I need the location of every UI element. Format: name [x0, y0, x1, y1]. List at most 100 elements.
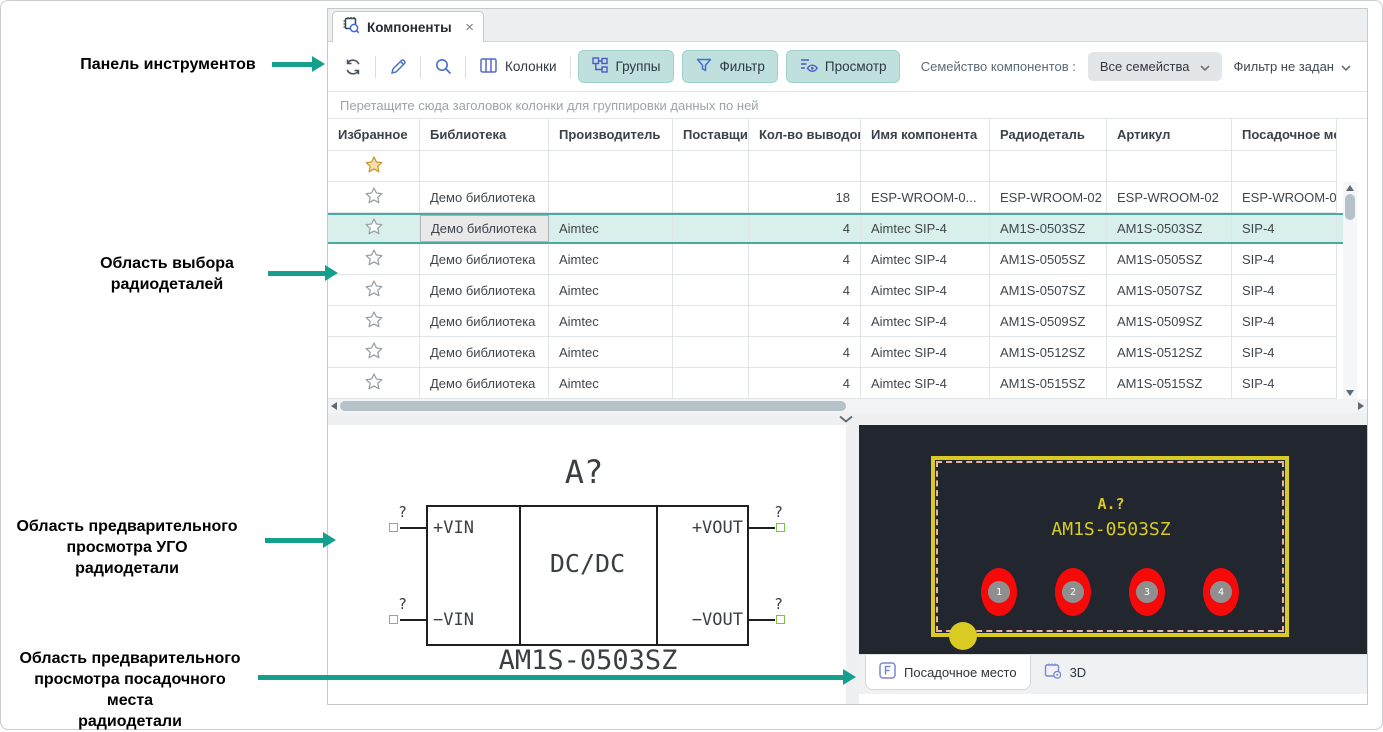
- preview-toggle-button[interactable]: Просмотр: [786, 50, 900, 83]
- search-button[interactable]: [428, 52, 458, 82]
- table-cell: Aimtec: [549, 275, 673, 306]
- table-cell: [673, 337, 749, 368]
- filter-status-dropdown[interactable]: Фильтр не задан: [1234, 59, 1352, 74]
- table-cell: SIP-4: [1232, 337, 1337, 368]
- family-dropdown[interactable]: Все семейства: [1088, 52, 1222, 81]
- table-row[interactable]: Демо библиотекаAimtec4Aimtec SIP-4AM1S-0…: [328, 213, 1343, 244]
- table-cell: ESP-WROOM-02: [990, 182, 1107, 213]
- filter-cell[interactable]: [549, 151, 673, 182]
- pin-label: +VIN: [433, 518, 474, 538]
- pin-number-placeholder: ?: [398, 503, 407, 521]
- horizontal-scroll-thumb[interactable]: [340, 401, 846, 411]
- vertical-scroll-thumb[interactable]: [1345, 194, 1355, 220]
- table-cell: Демо библиотека: [420, 244, 549, 275]
- column-header-4[interactable]: Кол-во выводов: [749, 119, 861, 151]
- scroll-up-icon[interactable]: [1346, 185, 1354, 191]
- columns-button[interactable]: Колонки: [473, 52, 563, 82]
- table-cell: AM1S-0509SZ: [1107, 306, 1232, 337]
- favorite-star-icon[interactable]: [364, 310, 384, 333]
- refresh-button[interactable]: [338, 52, 368, 82]
- column-header-0[interactable]: Избранное: [328, 119, 420, 151]
- table-cell: [673, 368, 749, 399]
- symbol-block-label: DC/DC: [519, 549, 656, 578]
- column-header-3[interactable]: Поставщик: [673, 119, 749, 151]
- tab-3d[interactable]: 3D: [1031, 655, 1100, 689]
- preview-eye-icon: [799, 56, 818, 77]
- tab-strip: Компоненты ×: [328, 9, 1367, 42]
- favorite-star-icon[interactable]: [364, 248, 384, 271]
- table-cell: Aimtec SIP-4: [861, 306, 990, 337]
- table-row[interactable]: Демо библиотекаAimtec4Aimtec SIP-4AM1S-0…: [328, 368, 1343, 399]
- component-search-icon: [342, 16, 360, 39]
- horizontal-scrollbar[interactable]: [328, 399, 1367, 413]
- table-row[interactable]: Демо библиотека18ESP-WROOM-0...ESP-WROOM…: [328, 182, 1343, 213]
- table-cell: AM1S-0507SZ: [990, 275, 1107, 306]
- favorite-star-icon[interactable]: [364, 186, 384, 209]
- favorites-filter-cell[interactable]: [328, 151, 420, 182]
- favorite-cell[interactable]: [328, 244, 420, 275]
- table-cell: [673, 182, 749, 213]
- filter-cell[interactable]: [1232, 151, 1337, 182]
- table-cell: AM1S-0509SZ: [990, 306, 1107, 337]
- table-row[interactable]: Демо библиотекаAimtec4Aimtec SIP-4AM1S-0…: [328, 244, 1343, 275]
- favorite-star-icon[interactable]: [364, 372, 384, 395]
- columns-icon: [479, 56, 498, 78]
- column-header-2[interactable]: Производитель: [549, 119, 673, 151]
- group-by-hint[interactable]: Перетащите сюда заголовок колонки для гр…: [328, 91, 1367, 119]
- pin-number-placeholder: ?: [398, 595, 407, 613]
- filter-cell[interactable]: [420, 151, 549, 182]
- tab-close-icon[interactable]: ×: [465, 20, 474, 35]
- column-header-1[interactable]: Библиотека: [420, 119, 549, 151]
- table-cell: SIP-4: [1232, 368, 1337, 399]
- table-row[interactable]: Демо библиотекаAimtec4Aimtec SIP-4AM1S-0…: [328, 337, 1343, 368]
- panel-splitter[interactable]: [328, 413, 1367, 425]
- table-cell: Демо библиотека: [420, 215, 549, 242]
- favorite-cell[interactable]: [328, 306, 420, 337]
- filter-toggle-button[interactable]: Фильтр: [682, 50, 778, 83]
- filter-cell[interactable]: [990, 151, 1107, 182]
- table-cell: 4: [749, 306, 861, 337]
- favorite-star-icon[interactable]: [364, 279, 384, 302]
- column-header-6[interactable]: Радиодеталь: [990, 119, 1107, 151]
- footprint-outline: [931, 456, 1289, 637]
- favorite-filter-star-icon[interactable]: [364, 155, 384, 178]
- table-cell: AM1S-0512SZ: [990, 337, 1107, 368]
- annotation-arrow-symbol-preview: [265, 538, 323, 543]
- filter-cell[interactable]: [861, 151, 990, 182]
- vertical-scrollbar[interactable]: [1343, 182, 1357, 399]
- filter-cell[interactable]: [1107, 151, 1232, 182]
- table-cell: Демо библиотека: [420, 306, 549, 337]
- scroll-down-icon[interactable]: [1346, 390, 1354, 396]
- table-row[interactable]: Демо библиотекаAimtec4Aimtec SIP-4AM1S-0…: [328, 306, 1343, 337]
- favorite-cell[interactable]: [328, 182, 420, 213]
- groups-toggle-button[interactable]: Группы: [578, 50, 674, 83]
- footprint-tabbar: Посадочное место 3D: [859, 654, 1367, 694]
- tab-footprint[interactable]: Посадочное место: [865, 655, 1031, 690]
- tab-components[interactable]: Компоненты ×: [332, 11, 484, 42]
- annotation-toolbar: Панель инструментов: [68, 54, 268, 75]
- edit-button[interactable]: [383, 52, 413, 82]
- column-header-8[interactable]: Посадочное место: [1232, 119, 1337, 151]
- favorite-cell[interactable]: [328, 215, 420, 242]
- cube-3d-icon: [1044, 662, 1062, 683]
- column-header-7[interactable]: Артикул: [1107, 119, 1232, 151]
- table-cell: [673, 275, 749, 306]
- favorite-cell[interactable]: [328, 337, 420, 368]
- symbol-preview-pane: A? ? ? ? ? +VIN −VIN +VOUT −VOUT DC/D: [328, 425, 846, 704]
- table-filter-row[interactable]: [328, 151, 1343, 182]
- table-row[interactable]: Демо библиотекаAimtec4Aimtec SIP-4AM1S-0…: [328, 275, 1343, 306]
- pin-label: +VOUT: [658, 518, 743, 538]
- favorite-star-icon[interactable]: [364, 217, 384, 240]
- favorite-cell[interactable]: [328, 368, 420, 399]
- filter-cell[interactable]: [673, 151, 749, 182]
- table-cell: 18: [749, 182, 861, 213]
- table-cell: AM1S-0503SZ: [1107, 215, 1232, 242]
- filter-cell[interactable]: [749, 151, 861, 182]
- column-header-5[interactable]: Имя компонента: [861, 119, 990, 151]
- favorite-star-icon[interactable]: [364, 341, 384, 364]
- table-cell: [673, 306, 749, 337]
- scroll-left-icon[interactable]: [331, 402, 337, 410]
- scroll-right-icon[interactable]: [1358, 402, 1364, 410]
- preview-splitter[interactable]: [846, 425, 859, 704]
- favorite-cell[interactable]: [328, 275, 420, 306]
